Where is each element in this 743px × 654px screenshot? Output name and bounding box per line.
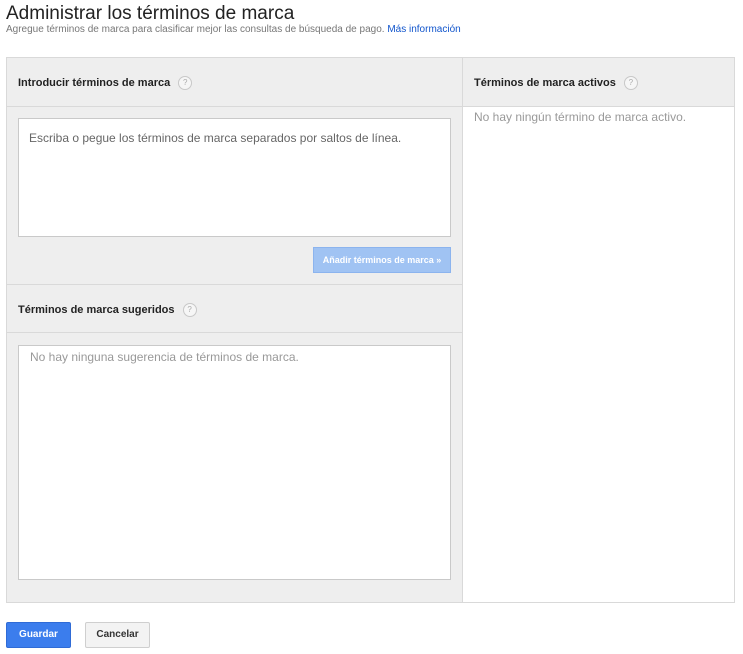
- help-icon[interactable]: ?: [623, 76, 638, 90]
- cancel-button[interactable]: Cancelar: [85, 622, 150, 648]
- add-brand-terms-button[interactable]: Añadir términos de marca »: [313, 247, 451, 273]
- learn-more-link[interactable]: Más información: [387, 24, 460, 35]
- suggested-empty-message: No hay ninguna sugerencia de términos de…: [30, 350, 299, 364]
- enter-terms-header: Introducir términos de marca ?: [7, 58, 462, 107]
- active-empty-message: No hay ningún término de marca activo.: [474, 110, 687, 124]
- suggested-terms-label: Términos de marca sugeridos: [18, 304, 175, 316]
- save-button[interactable]: Guardar: [6, 622, 71, 648]
- left-column: Introducir términos de marca ? Escriba o…: [7, 58, 463, 602]
- suggested-terms-heading: Términos de marca sugeridos ?: [18, 303, 197, 317]
- enter-terms-label: Introducir términos de marca: [18, 77, 171, 89]
- page-title: Administrar los términos de marca: [6, 3, 295, 24]
- right-column: Términos de marca activos ? No hay ningú…: [463, 58, 734, 602]
- active-terms-heading: Términos de marca activos ?: [474, 76, 638, 90]
- suggested-terms-header: Términos de marca sugeridos ?: [7, 284, 462, 333]
- suggested-terms-list: No hay ninguna sugerencia de términos de…: [18, 345, 451, 580]
- active-terms-header: Términos de marca activos ?: [463, 58, 734, 107]
- help-icon[interactable]: ?: [178, 76, 193, 90]
- brand-terms-textarea[interactable]: Escriba o pegue los términos de marca se…: [18, 118, 451, 237]
- enter-terms-heading: Introducir términos de marca ?: [18, 76, 193, 90]
- active-terms-label: Términos de marca activos: [474, 77, 616, 89]
- brand-terms-panel: Introducir términos de marca ? Escriba o…: [6, 57, 735, 603]
- help-icon[interactable]: ?: [182, 303, 197, 317]
- page-subtitle: Agregue términos de marca para clasifica…: [6, 24, 461, 35]
- textarea-placeholder: Escriba o pegue los términos de marca se…: [29, 131, 402, 145]
- subtitle-text: Agregue términos de marca para clasifica…: [6, 24, 385, 35]
